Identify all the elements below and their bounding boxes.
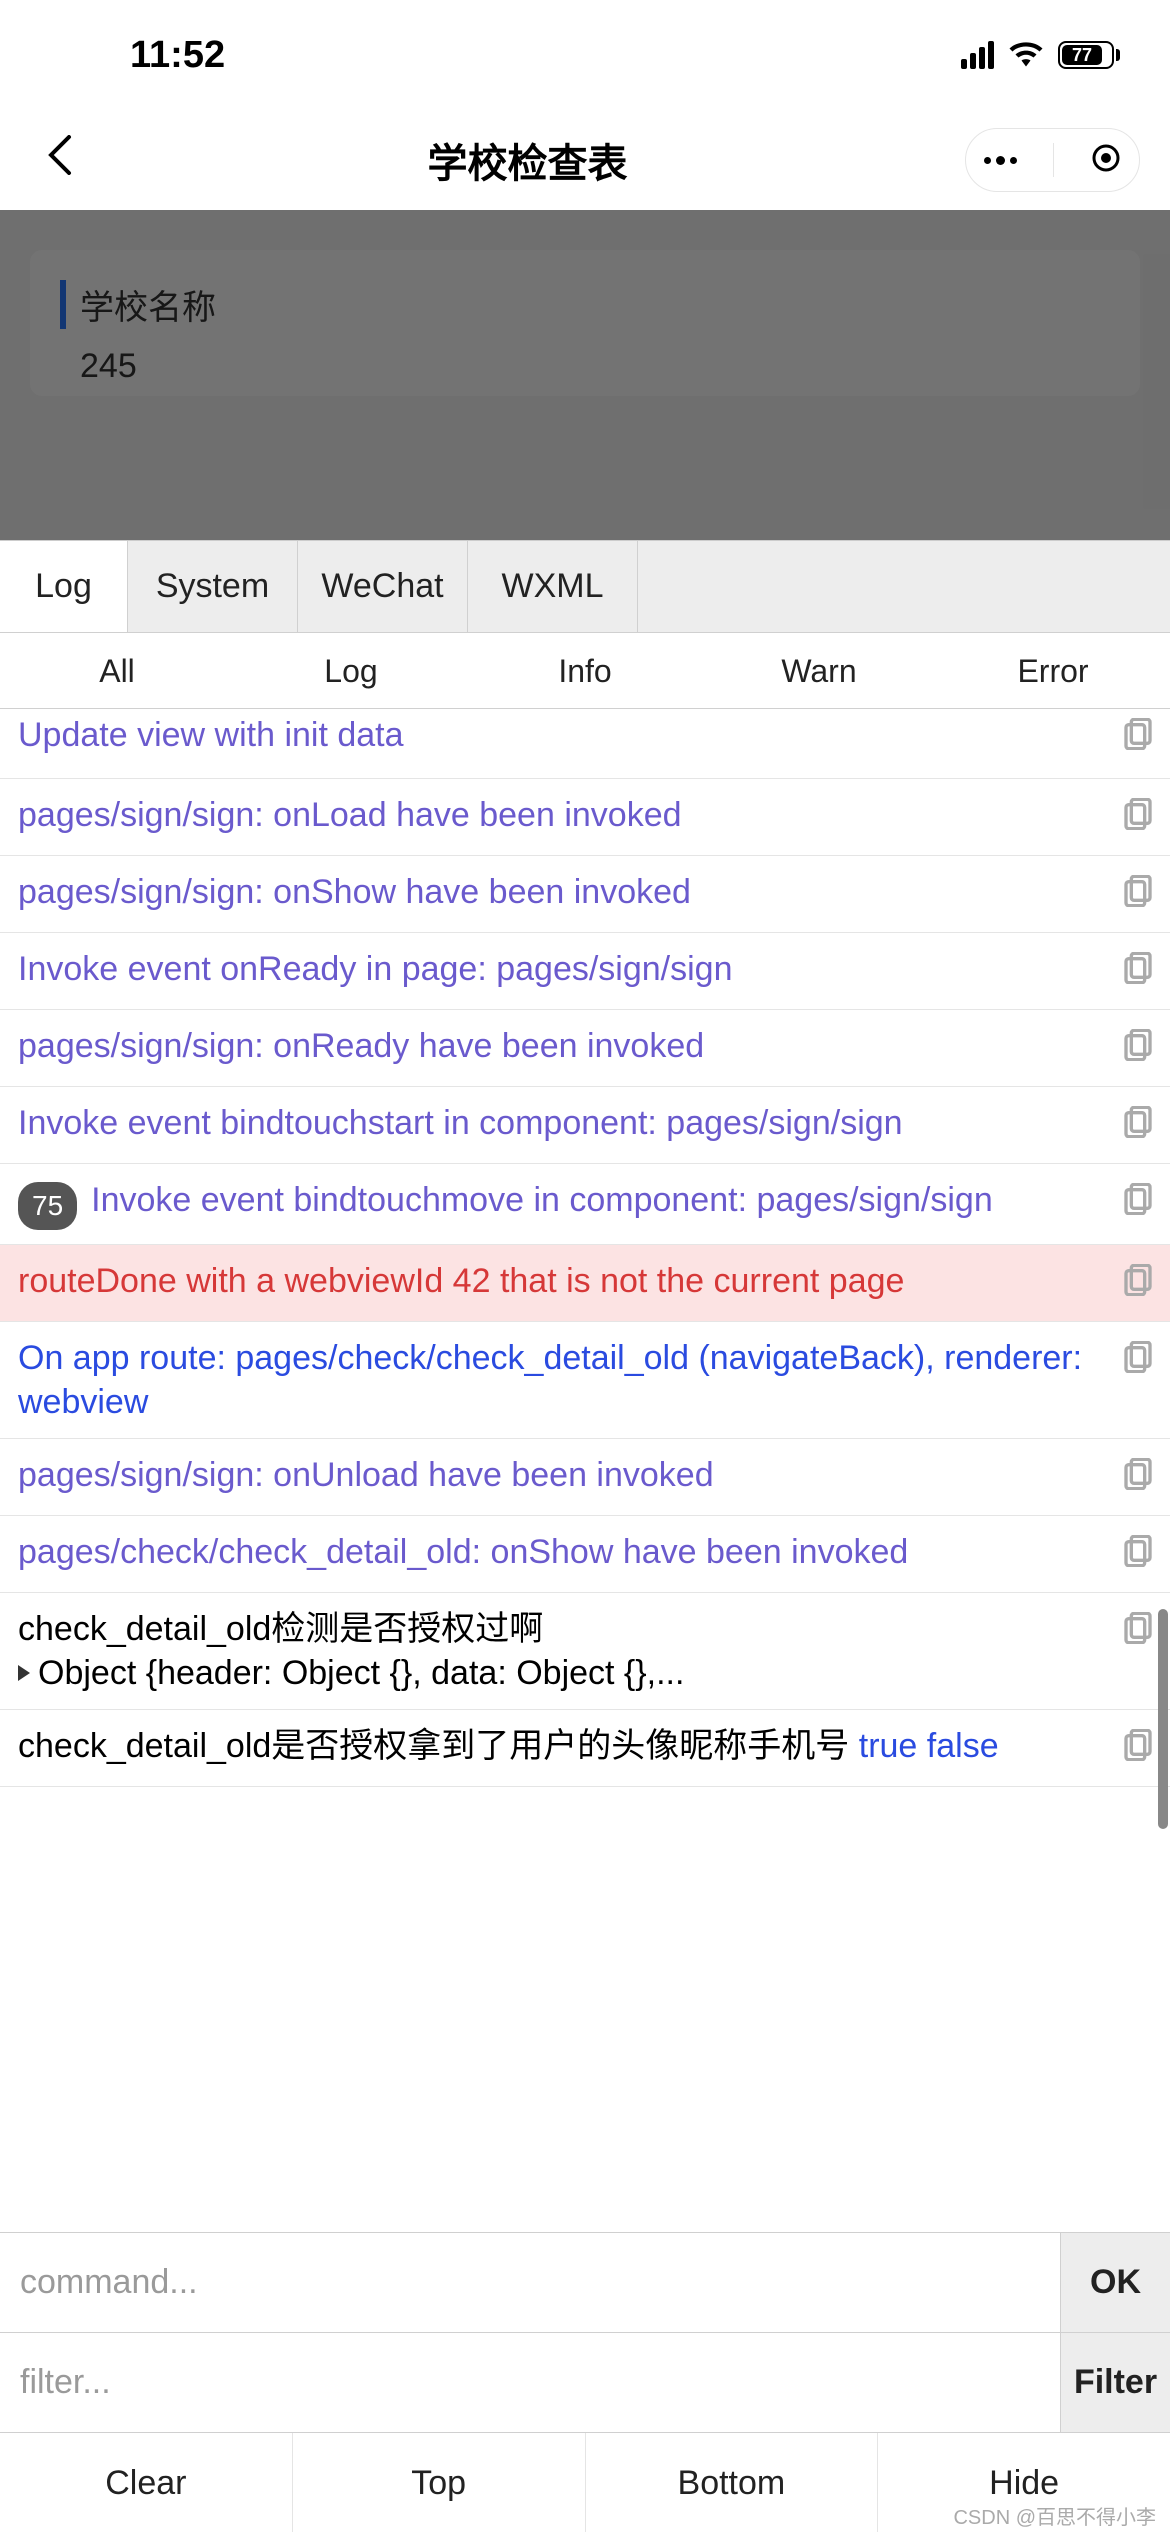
log-row[interactable]: pages/sign/sign: onReady have been invok… xyxy=(0,1010,1170,1087)
subtab-log[interactable]: Log xyxy=(234,633,468,708)
tab-wxml[interactable]: WXML xyxy=(468,541,638,632)
log-text: Invoke event bindtouchstart in component… xyxy=(18,1101,1116,1145)
tab-log[interactable]: Log xyxy=(0,541,128,632)
log-row[interactable]: On app route: pages/check/check_detail_o… xyxy=(0,1322,1170,1439)
log-text: pages/sign/sign: onLoad have been invoke… xyxy=(18,793,1116,837)
copy-icon[interactable] xyxy=(1124,1457,1152,1501)
log-row[interactable]: check_detail_old是否授权拿到了用户的头像昵称手机号 true f… xyxy=(0,1710,1170,1787)
copy-icon[interactable] xyxy=(1124,1182,1152,1226)
log-row[interactable]: check_detail_old检测是否授权过啊 Object {header:… xyxy=(0,1593,1170,1710)
log-row[interactable]: Update view with init data xyxy=(0,709,1170,779)
log-row[interactable]: pages/sign/sign: onLoad have been invoke… xyxy=(0,779,1170,856)
status-time: 11:52 xyxy=(130,34,225,77)
command-input[interactable] xyxy=(0,2233,1060,2332)
copy-icon[interactable] xyxy=(1124,797,1152,841)
watermark: CSDN @百思不得小李 xyxy=(953,2501,1156,2530)
log-row[interactable]: pages/check/check_detail_old: onShow hav… xyxy=(0,1516,1170,1593)
log-text: pages/sign/sign: onReady have been invok… xyxy=(18,1024,1116,1068)
log-text: On app route: pages/check/check_detail_o… xyxy=(18,1336,1116,1424)
log-text: Invoke event onReady in page: pages/sign… xyxy=(18,947,1116,991)
menu-icon[interactable] xyxy=(984,156,1017,165)
log-row[interactable]: Invoke event bindtouchstart in component… xyxy=(0,1087,1170,1164)
page-title: 学校检查表 xyxy=(428,131,628,189)
battery-icon: 77 xyxy=(1058,41,1120,69)
bottom-button[interactable]: Bottom xyxy=(586,2433,879,2532)
log-text: pages/sign/sign: onShow have been invoke… xyxy=(18,870,1116,914)
back-button[interactable] xyxy=(30,135,90,186)
copy-icon[interactable] xyxy=(1124,1611,1152,1655)
clear-button[interactable]: Clear xyxy=(0,2433,293,2532)
count-badge: 75 xyxy=(18,1182,77,1230)
filter-button[interactable]: Filter xyxy=(1060,2333,1170,2432)
copy-icon[interactable] xyxy=(1124,1028,1152,1072)
copy-icon[interactable] xyxy=(1124,951,1152,995)
copy-icon[interactable] xyxy=(1124,717,1152,761)
vconsole-sub-tabs: All Log Info Warn Error xyxy=(0,633,1170,709)
copy-icon[interactable] xyxy=(1124,874,1152,918)
log-text: Invoke event bindtouchmove in component:… xyxy=(91,1178,1116,1222)
scrollbar[interactable] xyxy=(1158,1609,1168,1829)
wifi-icon xyxy=(1008,34,1044,77)
log-row[interactable]: Invoke event onReady in page: pages/sign… xyxy=(0,933,1170,1010)
log-text: routeDone with a webviewId 42 that is no… xyxy=(18,1259,1116,1303)
copy-icon[interactable] xyxy=(1124,1534,1152,1578)
vconsole-command-bar: OK xyxy=(0,2232,1170,2332)
log-text: Update view with init data xyxy=(18,713,1116,757)
log-row[interactable]: pages/sign/sign: onUnload have been invo… xyxy=(0,1439,1170,1516)
vconsole-log-list[interactable]: Update view with init data pages/sign/si… xyxy=(0,709,1170,2232)
log-text: pages/sign/sign: onUnload have been invo… xyxy=(18,1453,1116,1497)
copy-icon[interactable] xyxy=(1124,1728,1152,1772)
status-indicators: 77 xyxy=(961,34,1120,77)
cellular-icon xyxy=(961,41,994,69)
modal-overlay[interactable] xyxy=(0,210,1170,540)
subtab-info[interactable]: Info xyxy=(468,633,702,708)
subtab-all[interactable]: All xyxy=(0,633,234,708)
status-bar: 11:52 77 xyxy=(0,0,1170,110)
log-text: check_detail_old是否授权拿到了用户的头像昵称手机号 true f… xyxy=(18,1724,1116,1768)
copy-icon[interactable] xyxy=(1124,1105,1152,1149)
subtab-error[interactable]: Error xyxy=(936,633,1170,708)
close-mp-icon[interactable] xyxy=(1091,143,1121,178)
log-text: check_detail_old检测是否授权过啊 Object {header:… xyxy=(18,1607,1116,1695)
vconsole-main-tabs: Log System WeChat WXML xyxy=(0,541,1170,633)
ok-button[interactable]: OK xyxy=(1060,2233,1170,2332)
expand-icon[interactable] xyxy=(18,1665,30,1681)
vconsole-panel: Log System WeChat WXML All Log Info Warn… xyxy=(0,540,1170,2532)
filter-input[interactable] xyxy=(0,2333,1060,2432)
tab-system[interactable]: System xyxy=(128,541,298,632)
log-row-warn[interactable]: routeDone with a webviewId 42 that is no… xyxy=(0,1245,1170,1322)
vconsole-filter-bar: Filter xyxy=(0,2332,1170,2432)
nav-bar: 学校检查表 xyxy=(0,110,1170,210)
wechat-capsule xyxy=(965,128,1140,192)
log-row[interactable]: pages/sign/sign: onShow have been invoke… xyxy=(0,856,1170,933)
copy-icon[interactable] xyxy=(1124,1263,1152,1307)
page-background: 学校名称 245 xyxy=(0,210,1170,540)
tab-wechat[interactable]: WeChat xyxy=(298,541,468,632)
log-row[interactable]: 75 Invoke event bindtouchmove in compone… xyxy=(0,1164,1170,1245)
copy-icon[interactable] xyxy=(1124,1340,1152,1384)
top-button[interactable]: Top xyxy=(293,2433,586,2532)
log-text: pages/check/check_detail_old: onShow hav… xyxy=(18,1530,1116,1574)
subtab-warn[interactable]: Warn xyxy=(702,633,936,708)
